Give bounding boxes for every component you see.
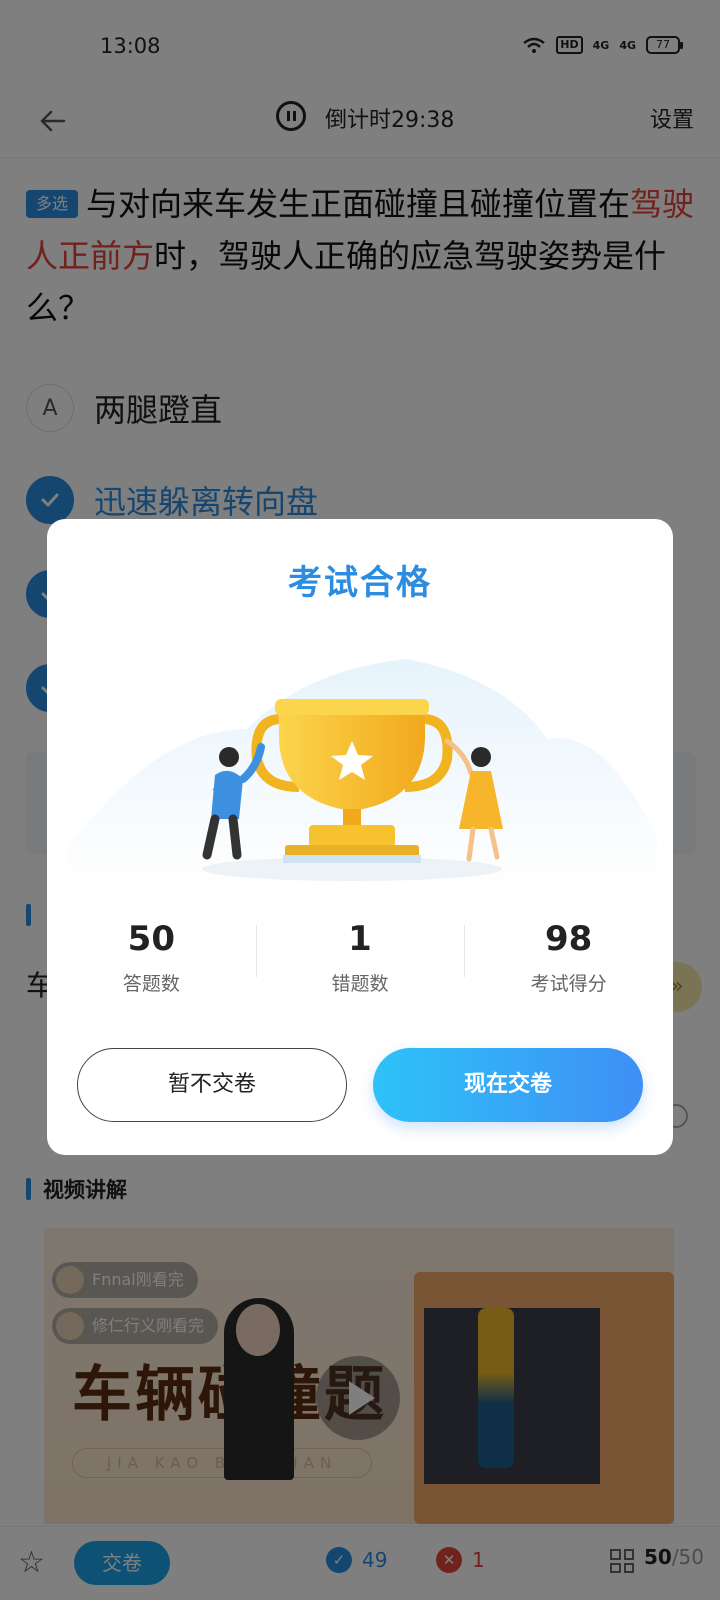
trophy-illustration xyxy=(67,659,657,889)
result-stats: 50 答题数 1 错题数 98 考试得分 xyxy=(47,917,673,1007)
submit-now-button[interactable]: 现在交卷 xyxy=(373,1048,643,1122)
exam-result-dialog: 考试合格 50 答题数 1 错题数 98 考试得分 暂不交卷 现在交卷 xyxy=(47,519,673,1155)
stat-answered: 50 答题数 xyxy=(122,919,180,995)
stat-wrong: 1 错题数 xyxy=(255,917,465,1007)
stat-score: 98 考试得分 xyxy=(464,917,673,1007)
dialog-title: 考试合格 xyxy=(288,563,432,603)
not-submit-button[interactable]: 暂不交卷 xyxy=(77,1048,347,1122)
